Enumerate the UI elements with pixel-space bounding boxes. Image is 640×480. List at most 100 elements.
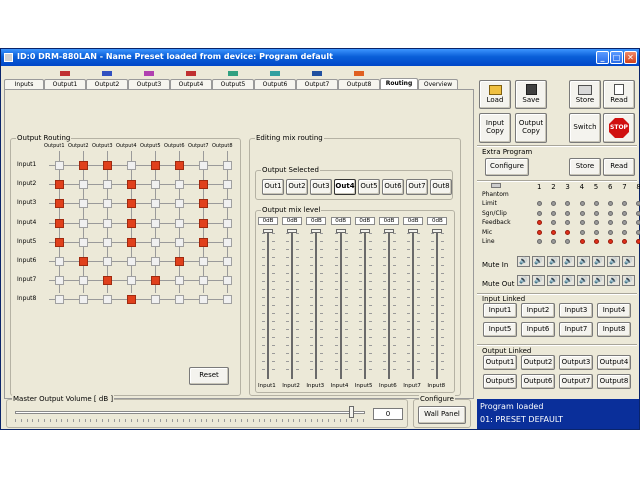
routing-cell[interactable] — [175, 199, 184, 209]
routing-cell[interactable] — [127, 276, 136, 286]
routing-cell[interactable] — [103, 180, 112, 190]
speaker-icon[interactable]: 🔊 — [607, 256, 620, 267]
routing-cell[interactable] — [151, 199, 160, 209]
speaker-icon[interactable]: 🔊 — [532, 256, 545, 267]
routing-cell[interactable] — [175, 237, 184, 247]
mix-fader-track[interactable] — [291, 229, 294, 379]
mix-fader-thumb[interactable] — [287, 229, 298, 233]
mix-fader-thumb[interactable] — [359, 229, 370, 233]
routing-cell[interactable] — [175, 295, 184, 305]
output-select-out2[interactable]: Out2 — [286, 179, 308, 195]
wall-panel-button[interactable]: Wall Panel — [418, 406, 466, 424]
routing-cell[interactable] — [151, 237, 160, 247]
output-linked-output8[interactable]: Output8 — [597, 374, 631, 389]
speaker-icon[interactable]: 🔊 — [592, 256, 605, 267]
routing-cell[interactable] — [79, 218, 88, 228]
save-button[interactable]: Save — [515, 80, 547, 109]
routing-cell[interactable] — [199, 199, 208, 209]
routing-cell[interactable] — [79, 199, 88, 209]
routing-cell[interactable] — [103, 199, 112, 209]
speaker-icon[interactable]: 🔊 — [622, 275, 635, 286]
speaker-icon[interactable]: 🔊 — [517, 256, 530, 267]
input-linked-input8[interactable]: Input8 — [597, 322, 631, 337]
output-linked-output6[interactable]: Output6 — [521, 374, 555, 389]
routing-cell[interactable] — [151, 161, 160, 170]
speaker-icon[interactable]: 🔊 — [562, 275, 575, 286]
routing-cell[interactable] — [199, 161, 208, 170]
output-linked-output2[interactable]: Output2 — [521, 355, 555, 370]
mix-fader-thumb[interactable] — [335, 229, 346, 233]
speaker-icon[interactable]: 🔊 — [547, 256, 560, 267]
input-linked-input6[interactable]: Input6 — [521, 322, 555, 337]
routing-cell[interactable] — [103, 276, 112, 286]
routing-cell[interactable] — [175, 180, 184, 190]
routing-cell[interactable] — [55, 199, 64, 209]
routing-cell[interactable] — [79, 276, 88, 286]
routing-cell[interactable] — [127, 237, 136, 247]
mix-fader-thumb[interactable] — [408, 229, 419, 233]
extra-configure-button[interactable]: Configure — [485, 158, 529, 176]
output-select-out4[interactable]: Out4 — [334, 179, 356, 195]
routing-cell[interactable] — [223, 295, 232, 305]
mix-fader-track[interactable] — [267, 229, 269, 379]
extra-store-button[interactable]: Store — [569, 158, 601, 176]
routing-cell[interactable] — [151, 257, 160, 266]
routing-cell[interactable] — [151, 276, 160, 286]
mix-fader-thumb[interactable] — [384, 229, 394, 233]
routing-cell[interactable] — [199, 237, 208, 247]
routing-cell[interactable] — [223, 180, 232, 190]
routing-cell[interactable] — [151, 180, 160, 190]
mix-fader-track[interactable] — [412, 229, 415, 379]
routing-cell[interactable] — [79, 237, 88, 247]
close-button[interactable]: ✕ — [624, 51, 637, 64]
input-linked-input3[interactable]: Input3 — [559, 303, 593, 318]
routing-cell[interactable] — [223, 199, 232, 209]
mix-fader-track[interactable] — [339, 229, 342, 379]
routing-cell[interactable] — [199, 180, 208, 190]
routing-cell[interactable] — [103, 257, 112, 266]
routing-cell[interactable] — [151, 295, 160, 305]
input-copy-button[interactable]: Input Copy — [479, 113, 511, 143]
extra-read-button[interactable]: Read — [603, 158, 635, 176]
mix-fader-track[interactable] — [436, 229, 439, 379]
routing-cell[interactable] — [223, 161, 232, 170]
speaker-icon[interactable]: 🔊 — [577, 256, 590, 267]
routing-cell[interactable] — [199, 295, 208, 305]
output-copy-button[interactable]: Output Copy — [515, 113, 547, 143]
mix-fader-track[interactable] — [388, 229, 390, 379]
output-select-out1[interactable]: Out1 — [262, 179, 284, 195]
routing-cell[interactable] — [103, 161, 112, 170]
maximize-button[interactable]: □ — [610, 51, 623, 64]
speaker-icon[interactable]: 🔊 — [562, 256, 575, 267]
mix-fader-track[interactable] — [363, 229, 366, 379]
routing-cell[interactable] — [223, 218, 232, 228]
output-linked-output4[interactable]: Output4 — [597, 355, 631, 370]
routing-cell[interactable] — [175, 161, 184, 170]
stop-button[interactable]: STOP — [603, 113, 635, 143]
master-volume-value[interactable]: 0 — [373, 408, 403, 420]
load-button[interactable]: Load — [479, 80, 511, 109]
output-linked-output5[interactable]: Output5 — [483, 374, 517, 389]
minimize-button[interactable]: _ — [596, 51, 609, 64]
input-linked-input1[interactable]: Input1 — [483, 303, 517, 318]
input-linked-input2[interactable]: Input2 — [521, 303, 555, 318]
input-linked-input4[interactable]: Input4 — [597, 303, 631, 318]
master-volume-track[interactable] — [15, 411, 365, 414]
output-linked-output3[interactable]: Output3 — [559, 355, 593, 370]
routing-cell[interactable] — [199, 218, 208, 228]
routing-cell[interactable] — [55, 218, 64, 228]
routing-cell[interactable] — [223, 257, 232, 266]
store-button[interactable]: Store — [569, 80, 601, 109]
routing-cell[interactable] — [127, 199, 136, 209]
routing-cell[interactable] — [151, 218, 160, 228]
speaker-icon[interactable]: 🔊 — [577, 275, 590, 286]
routing-cell[interactable] — [55, 237, 64, 247]
speaker-icon[interactable]: 🔊 — [607, 275, 620, 286]
routing-cell[interactable] — [127, 161, 136, 170]
input-linked-input5[interactable]: Input5 — [483, 322, 517, 337]
speaker-icon[interactable]: 🔊 — [547, 275, 560, 286]
routing-cell[interactable] — [79, 161, 88, 170]
output-select-out3[interactable]: Out3 — [310, 179, 332, 195]
routing-cell[interactable] — [55, 276, 64, 286]
input-linked-input7[interactable]: Input7 — [559, 322, 593, 337]
